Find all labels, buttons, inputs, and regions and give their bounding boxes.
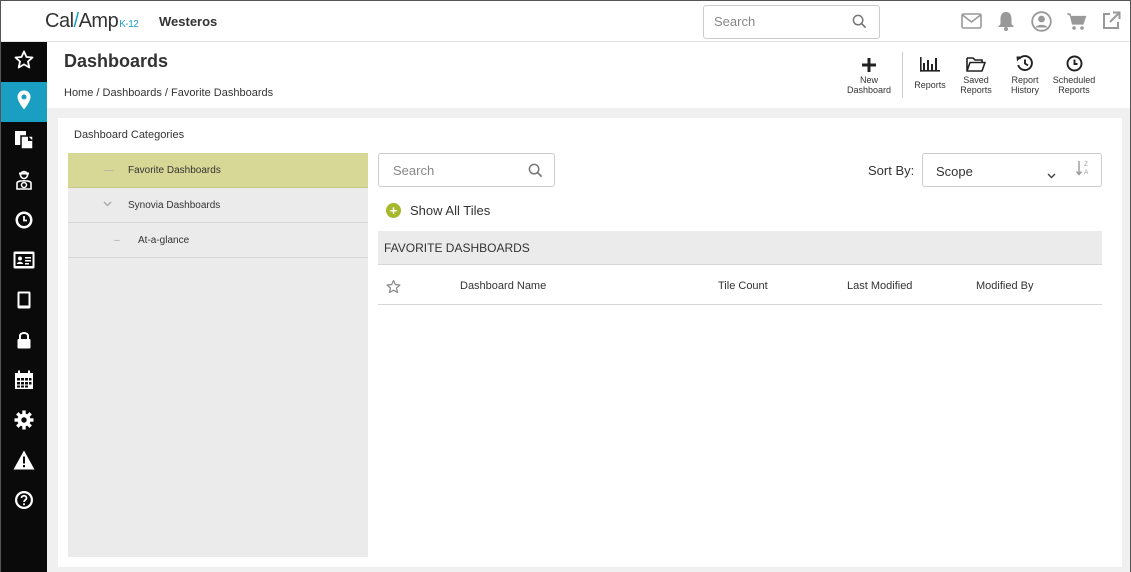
sidebar-item-alerts[interactable] xyxy=(1,442,47,482)
documents-icon xyxy=(14,130,34,155)
sidebar-item-history[interactable] xyxy=(1,202,47,242)
sidebar xyxy=(1,42,47,572)
dash-icon: – xyxy=(114,234,120,246)
svg-text:Z: Z xyxy=(1084,161,1088,168)
column-last-modified[interactable]: Last Modified xyxy=(847,280,912,292)
sidebar-item-id-cards[interactable] xyxy=(1,242,47,282)
sidebar-item-driver[interactable] xyxy=(1,162,47,202)
clock-icon xyxy=(1066,52,1083,72)
cart-icon[interactable] xyxy=(1065,10,1087,32)
search-icon[interactable] xyxy=(852,14,867,34)
organization-name: Westeros xyxy=(159,14,218,29)
svg-text:A: A xyxy=(1084,169,1089,176)
driver-icon xyxy=(14,170,34,195)
map-pin-icon xyxy=(17,90,31,115)
clock-icon xyxy=(14,210,34,235)
dashboard-table-header: Dashboard Name Tile Count Last Modified … xyxy=(378,266,1102,305)
category-tree: — Favorite Dashboards Synovia Dashboards… xyxy=(68,153,368,557)
page-title: Dashboards xyxy=(64,51,169,71)
show-all-tiles-button[interactable]: + Show All Tiles xyxy=(386,203,490,218)
bell-icon[interactable] xyxy=(995,10,1017,32)
global-search-input[interactable] xyxy=(714,14,844,29)
sidebar-item-help[interactable] xyxy=(1,482,47,522)
reports-button[interactable]: Reports xyxy=(909,52,951,98)
sidebar-item-calendar[interactable] xyxy=(1,362,47,402)
id-card-icon xyxy=(13,251,35,274)
scheduled-reports-button[interactable]: Scheduled Reports xyxy=(1049,52,1099,98)
folder-open-icon xyxy=(966,52,986,72)
report-history-button[interactable]: Report History xyxy=(1001,52,1049,98)
dashboard-search xyxy=(378,153,555,187)
new-dashboard-button[interactable]: New Dashboard xyxy=(842,52,896,98)
column-tile-count[interactable]: Tile Count xyxy=(718,280,768,292)
mail-icon[interactable] xyxy=(960,10,982,32)
sidebar-item-favorites[interactable] xyxy=(1,42,47,82)
star-icon xyxy=(14,50,34,74)
sort-select[interactable]: Scope xyxy=(922,153,1066,187)
external-link-icon[interactable] xyxy=(1100,10,1122,32)
sidebar-item-devices[interactable] xyxy=(1,282,47,322)
category-at-a-glance[interactable]: – At-a-glance xyxy=(68,223,368,258)
sidebar-item-documents[interactable] xyxy=(1,122,47,162)
calamp-logo[interactable]: Cal/AmpK-12 xyxy=(45,10,139,33)
sort-select-value: Scope xyxy=(936,164,973,179)
plus-icon xyxy=(862,52,876,72)
category-synovia-dashboards[interactable]: Synovia Dashboards xyxy=(68,188,368,223)
favorite-dashboards-section-header: FAVORITE DASHBOARDS xyxy=(378,231,1102,265)
sidebar-item-security[interactable] xyxy=(1,322,47,362)
sidebar-item-settings[interactable] xyxy=(1,402,47,442)
user-icon[interactable] xyxy=(1030,10,1052,32)
action-divider xyxy=(902,52,903,98)
page-header: Dashboards Home / Dashboards / Favorite … xyxy=(47,42,1130,108)
plus-circle-icon: + xyxy=(386,203,401,218)
calendar-icon xyxy=(14,370,34,395)
lock-icon xyxy=(17,331,31,354)
tablet-icon xyxy=(17,291,31,314)
bar-chart-icon xyxy=(920,52,940,72)
category-favorite-dashboards[interactable]: — Favorite Dashboards xyxy=(68,153,368,188)
gear-icon xyxy=(14,410,34,435)
warning-icon xyxy=(13,450,35,475)
dashboard-search-input[interactable] xyxy=(393,163,523,178)
column-dashboard-name[interactable]: Dashboard Name xyxy=(460,280,546,292)
favorite-star-icon[interactable] xyxy=(386,279,401,297)
global-search xyxy=(703,5,880,39)
breadcrumb[interactable]: Home / Dashboards / Favorite Dashboards xyxy=(64,87,273,99)
history-icon xyxy=(1016,52,1034,72)
saved-reports-button[interactable]: Saved Reports xyxy=(951,52,1001,98)
sort-alpha-icon: ZA xyxy=(1075,159,1091,182)
sort-by-label: Sort By: xyxy=(868,163,915,178)
sort-direction-button[interactable]: ZA xyxy=(1065,153,1102,187)
chevron-down-icon[interactable] xyxy=(103,199,112,210)
column-modified-by[interactable]: Modified By xyxy=(976,280,1033,292)
chevron-down-icon xyxy=(1047,166,1056,184)
dash-icon: — xyxy=(104,164,114,176)
search-icon[interactable] xyxy=(528,163,543,183)
top-bar: Cal/AmpK-12 Westeros xyxy=(1,1,1130,42)
categories-title: Dashboard Categories xyxy=(74,129,185,141)
sidebar-item-map[interactable] xyxy=(1,82,47,122)
help-icon xyxy=(14,490,34,515)
